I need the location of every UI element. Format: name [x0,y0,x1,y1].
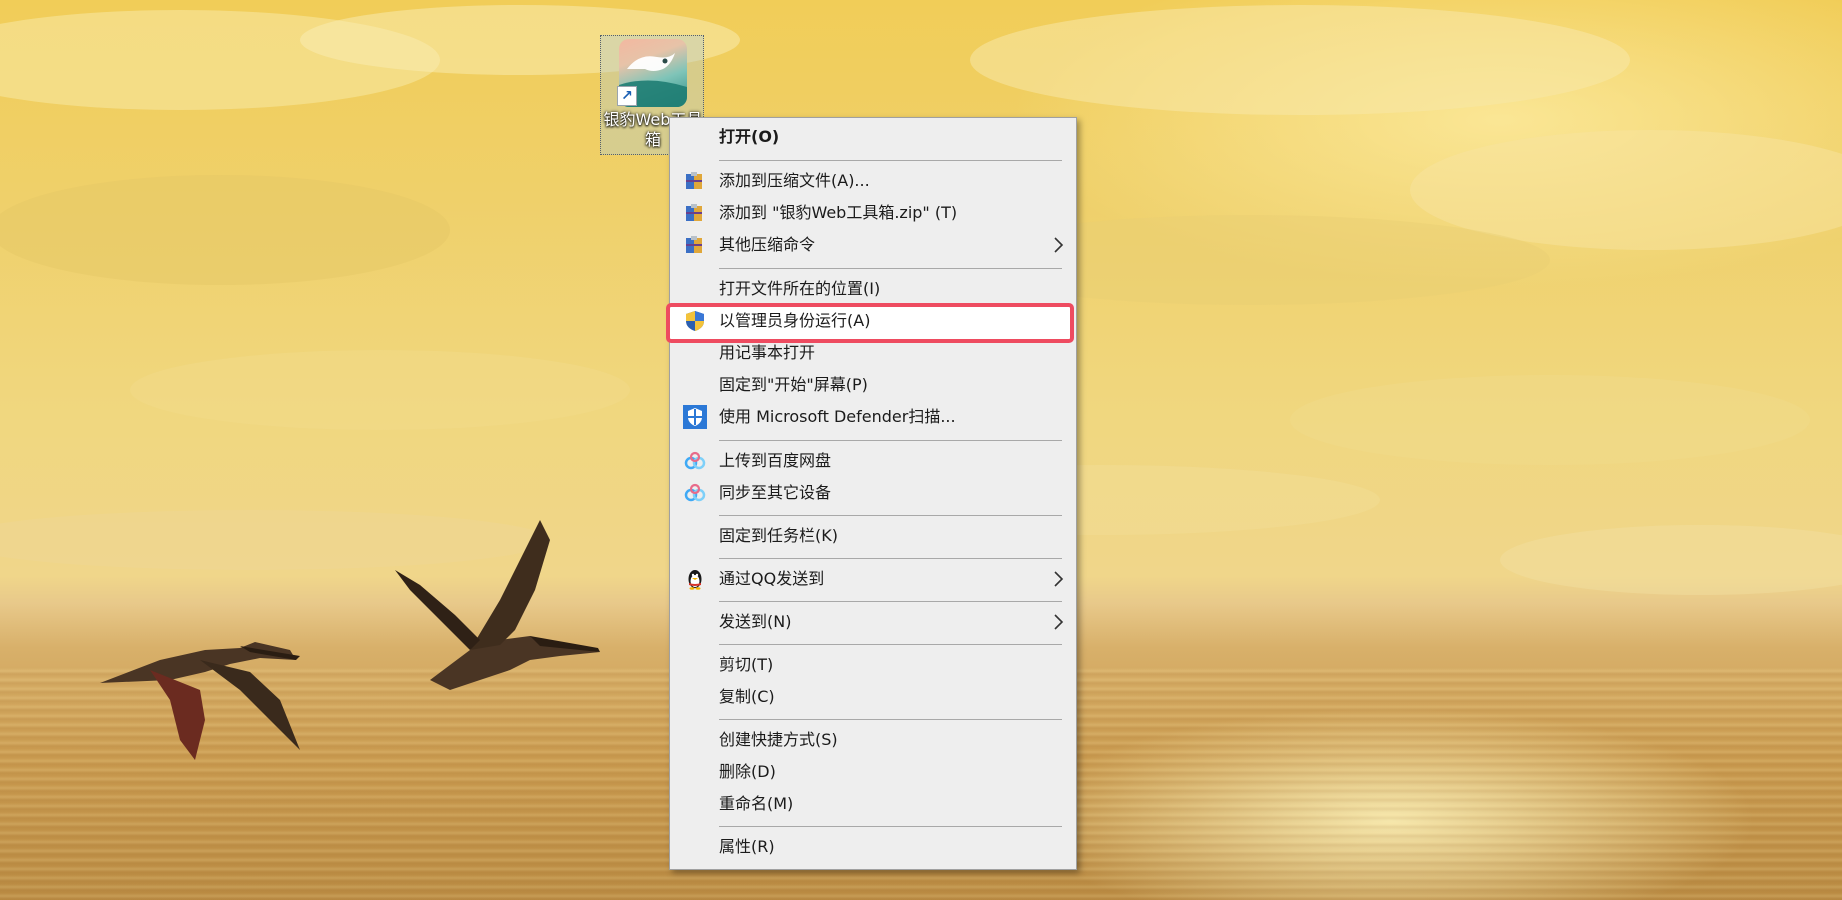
menu-item-label: 添加到 "银豹Web工具箱.zip" (T) [719,203,958,222]
menu-item-label: 上传到百度网盘 [719,451,832,470]
menu-item-delete[interactable]: 删除(D) [670,756,1076,788]
menu-item-label: 发送到(N) [719,612,792,631]
menu-item-open-with-notepad[interactable]: 用记事本打开 [670,337,1076,369]
menu-item-label: 其他压缩命令 [719,235,816,254]
menu-item-add-to-zip[interactable]: 添加到 "银豹Web工具箱.zip" (T) [670,197,1076,229]
chevron-right-icon [1054,237,1064,253]
menu-item-label: 以管理员身份运行(A) [719,311,871,330]
menu-separator [719,601,1062,602]
menu-item-label: 固定到任务栏(K) [719,526,838,545]
menu-separator [719,558,1062,559]
archive-icon [686,172,702,189]
menu-separator [719,160,1062,161]
menu-item-properties[interactable]: 属性(R) [670,831,1076,863]
menu-item-label: 删除(D) [719,762,776,781]
menu-item-label: 属性(R) [719,837,775,856]
menu-separator [719,644,1062,645]
menu-item-label: 通过QQ发送到 [719,569,825,588]
menu-item-defender-scan[interactable]: 使用 Microsoft Defender扫描... [670,401,1076,433]
menu-item-label: 添加到压缩文件(A)... [719,171,870,190]
menu-item-run-as-admin[interactable]: 以管理员身份运行(A) [666,303,1076,343]
menu-item-label: 剪切(T) [719,655,774,674]
menu-item-open[interactable]: 打开(O) [670,121,1076,153]
qq-penguin-icon [688,570,702,590]
menu-item-label: 复制(C) [719,687,775,706]
menu-item-label: 创建快捷方式(S) [719,730,838,749]
menu-item-open-file-location[interactable]: 打开文件所在的位置(I) [670,273,1076,305]
menu-item-label: 打开文件所在的位置(I) [719,279,881,298]
menu-separator [719,515,1062,516]
menu-item-create-shortcut[interactable]: 创建快捷方式(S) [670,724,1076,756]
baidu-netdisk-icon [684,483,706,502]
menu-separator [719,268,1062,269]
menu-separator [719,440,1062,441]
menu-item-label: 重命名(M) [719,794,794,813]
menu-item-label: 打开(O) [719,127,780,146]
menu-separator [719,826,1062,827]
uac-shield-icon [686,311,704,331]
menu-item-cut[interactable]: 剪切(T) [670,649,1076,681]
context-menu: 打开(O) 添加到压缩文件(A)... 添加到 "银豹Web工具箱.zip" (… [666,117,1077,870]
baidu-netdisk-icon [684,451,706,470]
menu-item-add-to-archive[interactable]: 添加到压缩文件(A)... [670,165,1076,197]
menu-item-upload-baidu[interactable]: 上传到百度网盘 [670,445,1076,477]
archive-icon [686,204,702,221]
menu-item-send-via-qq[interactable]: 通过QQ发送到 [670,563,1076,595]
menu-item-rename[interactable]: 重命名(M) [670,788,1076,820]
shortcut-arrow-icon: ↗ [617,86,637,106]
menu-item-send-to[interactable]: 发送到(N) [670,606,1076,638]
menu-item-label: 固定到"开始"屏幕(P) [719,375,868,394]
archive-icon [686,236,702,253]
menu-item-label: 同步至其它设备 [719,483,832,502]
menu-separator [719,719,1062,720]
menu-item-sync-devices[interactable]: 同步至其它设备 [670,477,1076,509]
menu-item-label: 用记事本打开 [719,343,816,362]
menu-item-copy[interactable]: 复制(C) [670,681,1076,713]
menu-item-pin-to-start[interactable]: 固定到"开始"屏幕(P) [670,369,1076,401]
chevron-right-icon [1054,614,1064,630]
menu-item-pin-to-taskbar[interactable]: 固定到任务栏(K) [670,520,1076,552]
menu-item-other-archive-commands[interactable]: 其他压缩命令 [670,229,1076,261]
chevron-right-icon [1054,571,1064,587]
menu-item-label: 使用 Microsoft Defender扫描... [719,407,956,426]
defender-shield-icon [683,405,707,429]
